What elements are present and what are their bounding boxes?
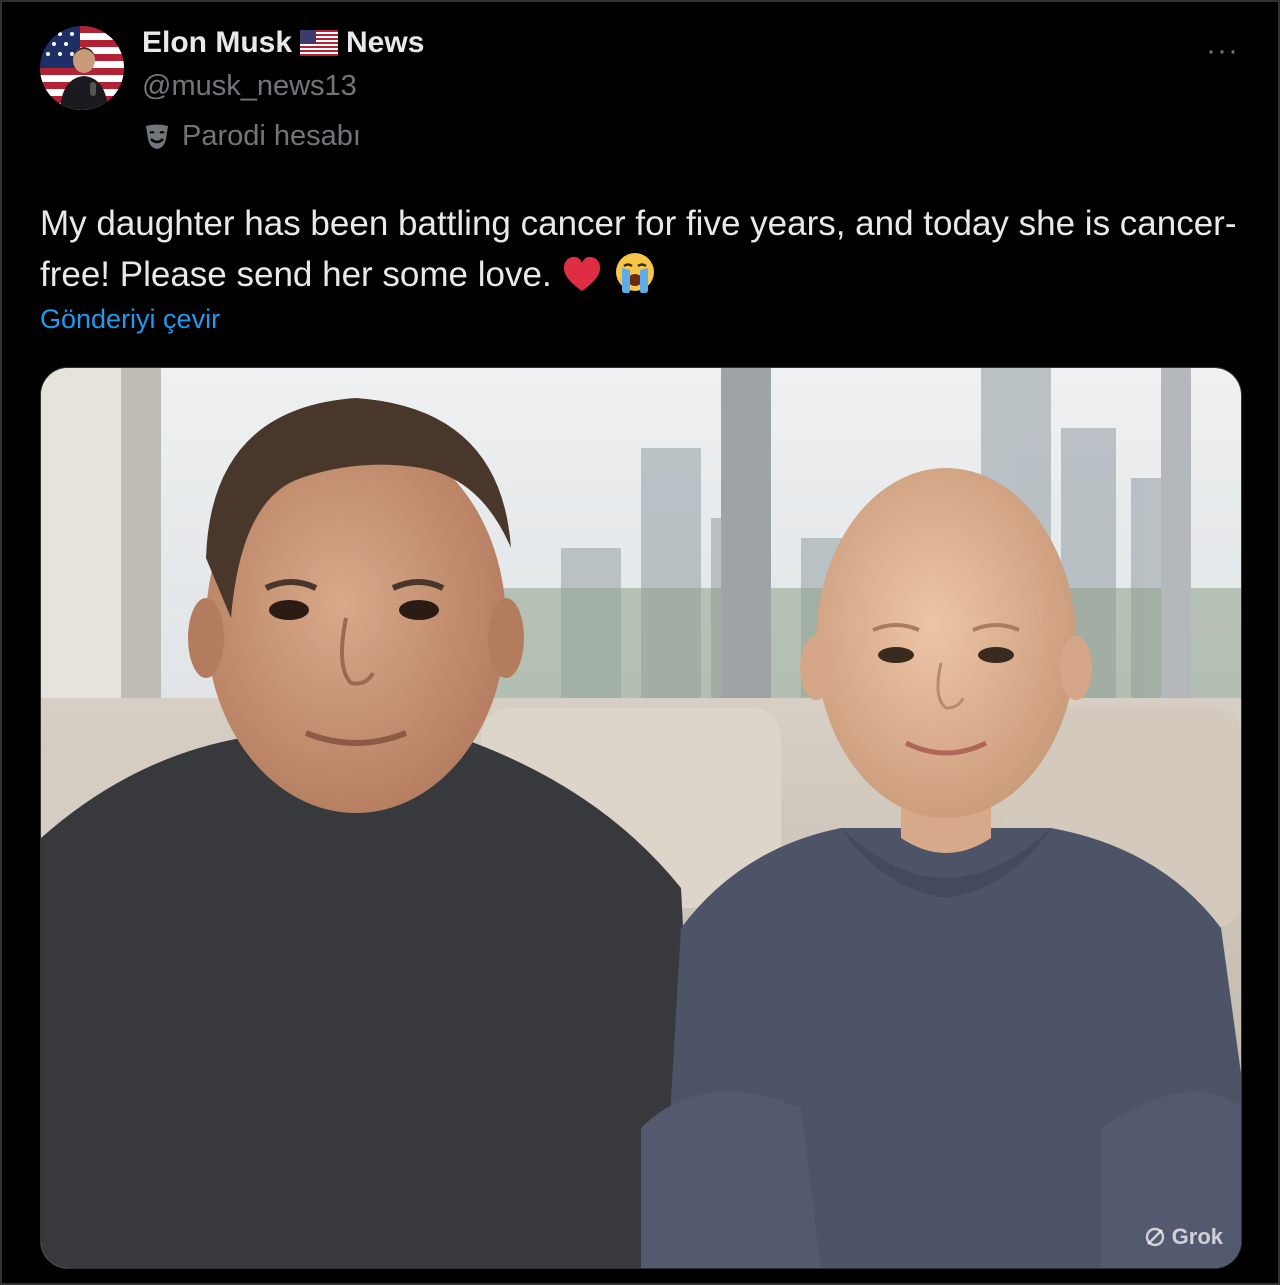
author-name[interactable]: Elon Musk (142, 26, 292, 60)
parody-text: Parodi hesabı (182, 120, 361, 152)
author-handle[interactable]: @musk_news13 (142, 70, 357, 103)
author-name-row[interactable]: Elon Musk News (142, 26, 424, 60)
theater-mask-icon (146, 124, 168, 149)
avatar-icon (40, 26, 124, 110)
grok-logo-icon (1145, 1227, 1164, 1247)
grok-watermark-text: Grok (1171, 1224, 1223, 1249)
author-name-suffix[interactable]: News (346, 26, 424, 60)
grok-watermark: Grok (1144, 1224, 1223, 1250)
post-media-image[interactable]: Grok (40, 367, 1242, 1269)
crying-face-icon (613, 250, 657, 308)
us-flag-icon (300, 30, 339, 56)
heart-icon (561, 254, 603, 308)
translate-post-link[interactable]: Gönderiyi çevir (40, 304, 220, 335)
avatar[interactable] (40, 26, 124, 110)
photo-illustration (41, 368, 1241, 1268)
parody-label: Parodi hesabı (142, 120, 361, 153)
post-text: My daughter has been battling cancer for… (40, 198, 1240, 308)
more-options-icon[interactable]: ··· (1206, 34, 1239, 68)
